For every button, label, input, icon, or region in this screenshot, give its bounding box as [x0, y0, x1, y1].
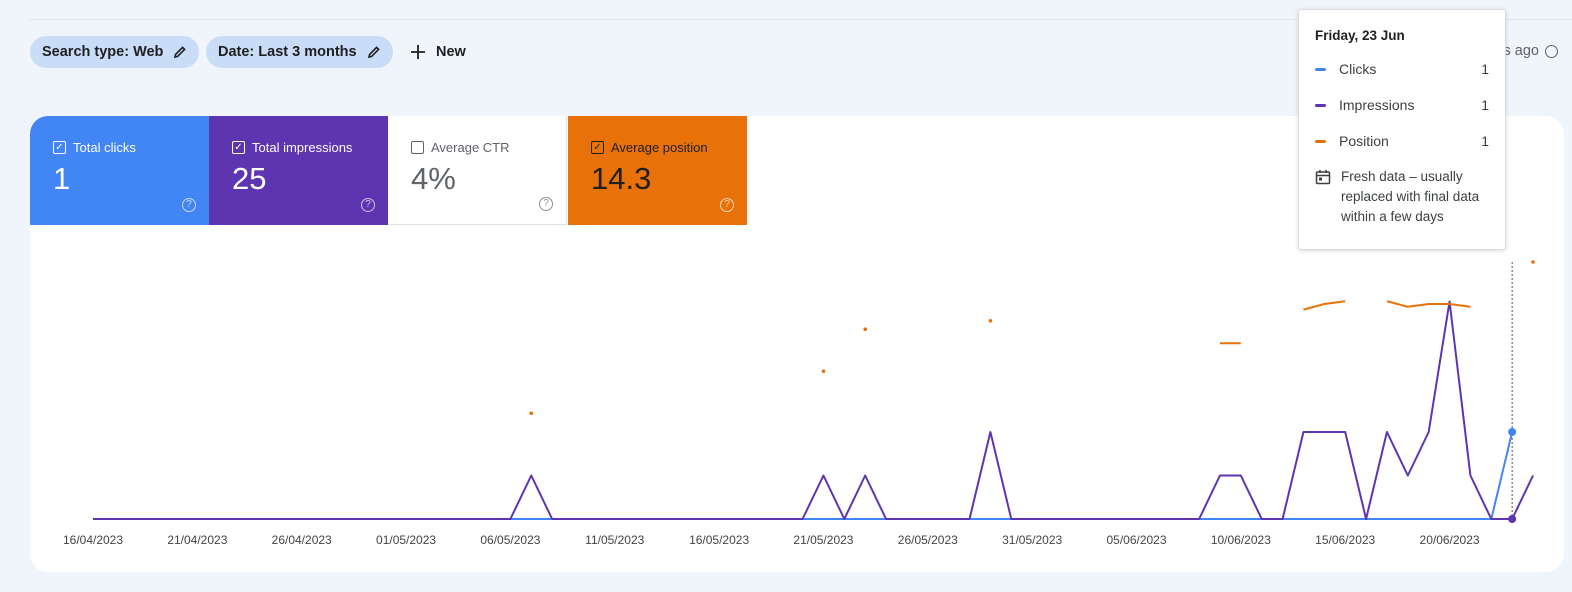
- tooltip-date: Friday, 23 Jun: [1315, 28, 1405, 43]
- position-legend-icon: [1315, 139, 1326, 143]
- position-point: [863, 327, 867, 331]
- fresh-data-note-text: Fresh data – usually replaced with final…: [1341, 169, 1480, 224]
- x-tick-label: 10/06/2023: [1211, 533, 1271, 547]
- tooltip-row-value: 1: [1481, 97, 1489, 113]
- x-tick-label: 16/05/2023: [689, 533, 749, 547]
- edit-pencil-icon: [174, 46, 187, 59]
- impressions-series-line: [93, 300, 1534, 520]
- info-icon[interactable]: [1545, 44, 1558, 58]
- x-tick-label: 21/04/2023: [167, 533, 227, 547]
- x-tick-label: 11/05/2023: [585, 533, 644, 547]
- clicks-legend-icon: [1315, 67, 1326, 71]
- date-filter-label: Date: Last 3 months: [218, 44, 357, 60]
- x-tick-label: 21/05/2023: [793, 533, 853, 547]
- tooltip-row-position: Position 1: [1315, 131, 1489, 151]
- fresh-data-note: Fresh data – usually replaced with final…: [1315, 167, 1489, 227]
- search-type-filter-label: Search type: Web: [42, 44, 164, 60]
- x-tick-label: 05/06/2023: [1106, 533, 1166, 547]
- position-point: [821, 369, 826, 373]
- calendar-icon: [1315, 170, 1331, 185]
- x-tick-label: 16/04/2023: [63, 533, 123, 547]
- tooltip-row-value: 1: [1481, 61, 1489, 77]
- x-tick-label: 01/05/2023: [376, 533, 436, 547]
- impressions-legend-icon: [1315, 103, 1326, 107]
- date-filter-chip[interactable]: Date: Last 3 months: [206, 36, 393, 68]
- x-tick-label: 15/06/2023: [1315, 533, 1375, 547]
- tooltip-row-impressions: Impressions 1: [1315, 95, 1489, 115]
- position-series-line: [1386, 300, 1471, 308]
- tooltip-row-label: Position: [1339, 133, 1389, 149]
- tooltip-row-label: Clicks: [1339, 61, 1377, 77]
- search-type-filter-chip[interactable]: Search type: Web: [30, 36, 200, 68]
- clicks-highlight-point: [1508, 428, 1517, 436]
- chart-tooltip: Friday, 23 Jun Clicks 1 Impressions 1 Po…: [1298, 9, 1506, 250]
- x-tick-label: 26/04/2023: [272, 533, 332, 547]
- x-tick-label: 31/05/2023: [1002, 533, 1062, 547]
- position-point: [529, 411, 534, 416]
- tooltip-row-value: 1: [1481, 133, 1489, 149]
- position-point: [1531, 260, 1535, 264]
- new-filter-label: New: [436, 44, 466, 60]
- x-tick-label: 06/05/2023: [480, 533, 540, 547]
- tooltip-row-label: Impressions: [1339, 97, 1415, 113]
- new-filter-button[interactable]: New: [404, 36, 472, 68]
- impressions-highlight-point: [1508, 515, 1517, 523]
- x-tick-label: 26/05/2023: [898, 533, 958, 547]
- plus-icon: [411, 45, 425, 59]
- edit-pencil-icon: [367, 46, 380, 59]
- clicks-series-line: [93, 431, 1514, 520]
- x-tick-label: 20/06/2023: [1420, 533, 1480, 547]
- position-point: [988, 319, 993, 323]
- tooltip-row-clicks: Clicks 1: [1315, 59, 1489, 79]
- position-series-line: [1303, 300, 1346, 311]
